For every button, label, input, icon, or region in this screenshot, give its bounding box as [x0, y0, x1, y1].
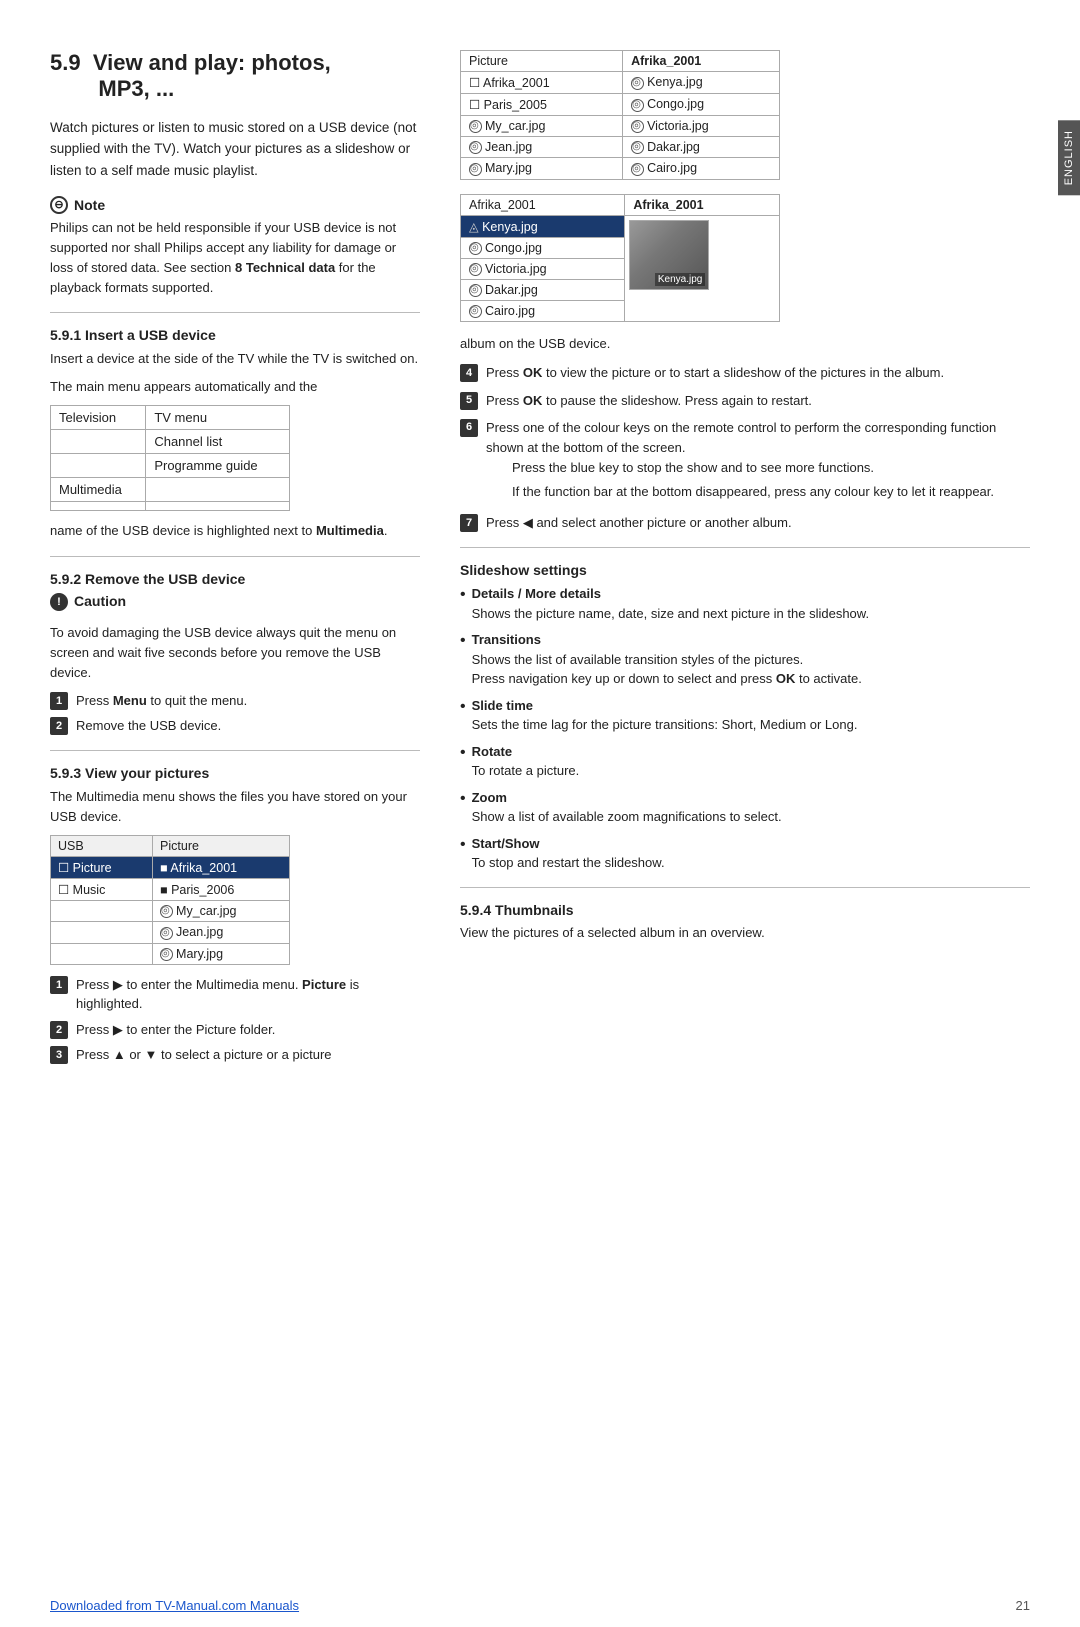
page-container: ENGLISH 5.9 View and play: photos, MP3, … [0, 0, 1080, 1627]
divider1 [50, 312, 420, 313]
section-592: 5.9.2 Remove the USB device ! Caution To… [50, 571, 420, 736]
kenya-preview: Kenya.jpg [629, 220, 709, 290]
step-num-6: 6 [460, 419, 478, 437]
s592-text: To avoid damaging the USB device always … [50, 623, 420, 683]
slideshow-item-transitions-content: Transitions Shows the list of available … [472, 630, 862, 689]
step-6-text: Press one of the colour keys on the remo… [486, 420, 996, 455]
divider2 [50, 556, 420, 557]
slideshow-item-slidetime-content: Slide time Sets the time lag for the pic… [472, 696, 858, 735]
divider3 [50, 750, 420, 751]
s593-step-num-1: 1 [50, 976, 68, 994]
step-6-extra1: Press the blue key to stop the show and … [512, 458, 1030, 478]
step-num-4: 4 [460, 364, 478, 382]
step-num-2: 2 [50, 717, 68, 735]
right-step-6: 6 Press one of the colour keys on the re… [460, 418, 1030, 507]
slideshow-item-slidetime: Slide time Sets the time lag for the pic… [460, 696, 1030, 735]
slideshow-item-details-content: Details / More details Shows the picture… [472, 584, 869, 623]
s592-title: 5.9.2 Remove the USB device [50, 571, 420, 587]
slideshow-item-zoom-content: Zoom Show a list of available zoom magni… [472, 788, 782, 827]
right-divider1 [460, 547, 1030, 548]
right-step-4: 4 Press OK to view the picture or to sta… [460, 363, 1030, 383]
s593-text: The Multimedia menu shows the files you … [50, 787, 420, 827]
slideshow-item-rotate-content: Rotate To rotate a picture. [472, 742, 580, 781]
caution-box: ! Caution [50, 593, 420, 615]
file-table2: Afrika_2001 Afrika_2001 ◬ Kenya.jpg Keny… [460, 194, 780, 323]
step-1: 1 Press Menu to quit the menu. [50, 691, 420, 711]
s591-text1: Insert a device at the side of the TV wh… [50, 349, 420, 369]
step-1-text: Press Menu to quit the menu. [76, 691, 247, 711]
slideshow-item-transitions: Transitions Shows the list of available … [460, 630, 1030, 689]
footer-link[interactable]: Downloaded from TV-Manual.com Manuals [50, 1598, 299, 1613]
slideshow-section: Slideshow settings Details / More detail… [460, 562, 1030, 873]
s593-step-3: 3 Press ▲ or ▼ to select a picture or a … [50, 1045, 420, 1065]
slideshow-title: Slideshow settings [460, 562, 1030, 578]
step-4-text: Press OK to view the picture or to start… [486, 363, 944, 383]
section-593: 5.9.3 View your pictures The Multimedia … [50, 765, 420, 1065]
slideshow-item-startshow-content: Start/Show To stop and restart the slide… [472, 834, 665, 873]
file-table1-wrapper: Picture Afrika_2001 ☐ Afrika_2001 Kenya.… [460, 50, 1030, 180]
note-icon: ⊖ [50, 196, 68, 214]
intro-text: Watch pictures or listen to music stored… [50, 117, 420, 182]
note-label: ⊖ Note [50, 196, 420, 214]
slideshow-item-startshow: Start/Show To stop and restart the slide… [460, 834, 1030, 873]
caution-icon: ! [50, 593, 68, 611]
slideshow-item-details: Details / More details Shows the picture… [460, 584, 1030, 623]
right-step-5: 5 Press OK to pause the slideshow. Press… [460, 391, 1030, 411]
footer: Downloaded from TV-Manual.com Manuals 21 [0, 1598, 1080, 1613]
slideshow-item-zoom: Zoom Show a list of available zoom magni… [460, 788, 1030, 827]
file-table1: Picture Afrika_2001 ☐ Afrika_2001 Kenya.… [460, 50, 780, 180]
step-num-5: 5 [460, 392, 478, 410]
main-content: 5.9 View and play: photos, MP3, ... Watc… [0, 30, 1080, 1093]
slideshow-item-rotate: Rotate To rotate a picture. [460, 742, 1030, 781]
s591-text2: The main menu appears automatically and … [50, 377, 420, 397]
thumbnails-text: View the pictures of a selected album in… [460, 923, 1030, 943]
note-text: Philips can not be held responsible if y… [50, 218, 420, 299]
caution-label: Caution [74, 593, 126, 609]
thumbnails-section: 5.9.4 Thumbnails View the pictures of a … [460, 902, 1030, 943]
step-2: 2 Remove the USB device. [50, 716, 420, 736]
picture-table: USB Picture ☐ Picture ■ Afrika_2001 ☐ Mu… [50, 835, 290, 965]
s593-step-1: 1 Press ▶ to enter the Multimedia menu. … [50, 975, 420, 1014]
right-divider2 [460, 887, 1030, 888]
s591-title: 5.9.1 Insert a USB device [50, 327, 420, 343]
right-column: Picture Afrika_2001 ☐ Afrika_2001 Kenya.… [450, 50, 1030, 1073]
footer-page-number: 21 [1016, 1598, 1030, 1613]
s593-steps: 1 Press ▶ to enter the Multimedia menu. … [50, 975, 420, 1065]
s593-step-num-3: 3 [50, 1046, 68, 1064]
step-2-text: Remove the USB device. [76, 716, 221, 736]
step-5-text: Press OK to pause the slideshow. Press a… [486, 391, 812, 411]
note-box: ⊖ Note Philips can not be held responsib… [50, 196, 420, 299]
menu-table: Television TV menu Channel list Programm… [50, 405, 290, 511]
left-column: 5.9 View and play: photos, MP3, ... Watc… [50, 50, 420, 1073]
step-7-text: Press ◀ and select another picture or an… [486, 513, 792, 533]
s593-title: 5.9.3 View your pictures [50, 765, 420, 781]
step-num-7: 7 [460, 514, 478, 532]
step-6-content: Press one of the colour keys on the remo… [486, 418, 1030, 507]
album-text: album on the USB device. [460, 336, 1030, 351]
section-591: 5.9.1 Insert a USB device Insert a devic… [50, 327, 420, 541]
slideshow-list: Details / More details Shows the picture… [460, 584, 1030, 873]
s593-step-2-text: Press ▶ to enter the Picture folder. [76, 1020, 275, 1040]
s593-step-2: 2 Press ▶ to enter the Picture folder. [50, 1020, 420, 1040]
thumbnails-title: 5.9.4 Thumbnails [460, 902, 1030, 918]
s592-steps: 1 Press Menu to quit the menu. 2 Remove … [50, 691, 420, 736]
step-6-extra2: If the function bar at the bottom disapp… [512, 482, 1030, 502]
section-title: 5.9 View and play: photos, MP3, ... [50, 50, 420, 103]
s593-step-num-2: 2 [50, 1021, 68, 1039]
right-step-7: 7 Press ◀ and select another picture or … [460, 513, 1030, 533]
sidebar-english-tab: ENGLISH [1058, 120, 1080, 195]
step-num-1: 1 [50, 692, 68, 710]
file-table2-wrapper: Afrika_2001 Afrika_2001 ◬ Kenya.jpg Keny… [460, 194, 1030, 323]
right-steps: 4 Press OK to view the picture or to sta… [460, 363, 1030, 533]
s591-text3: name of the USB device is highlighted ne… [50, 521, 420, 541]
s593-step-1-text: Press ▶ to enter the Multimedia menu. Pi… [76, 975, 420, 1014]
s593-step-3-text: Press ▲ or ▼ to select a picture or a pi… [76, 1045, 332, 1065]
